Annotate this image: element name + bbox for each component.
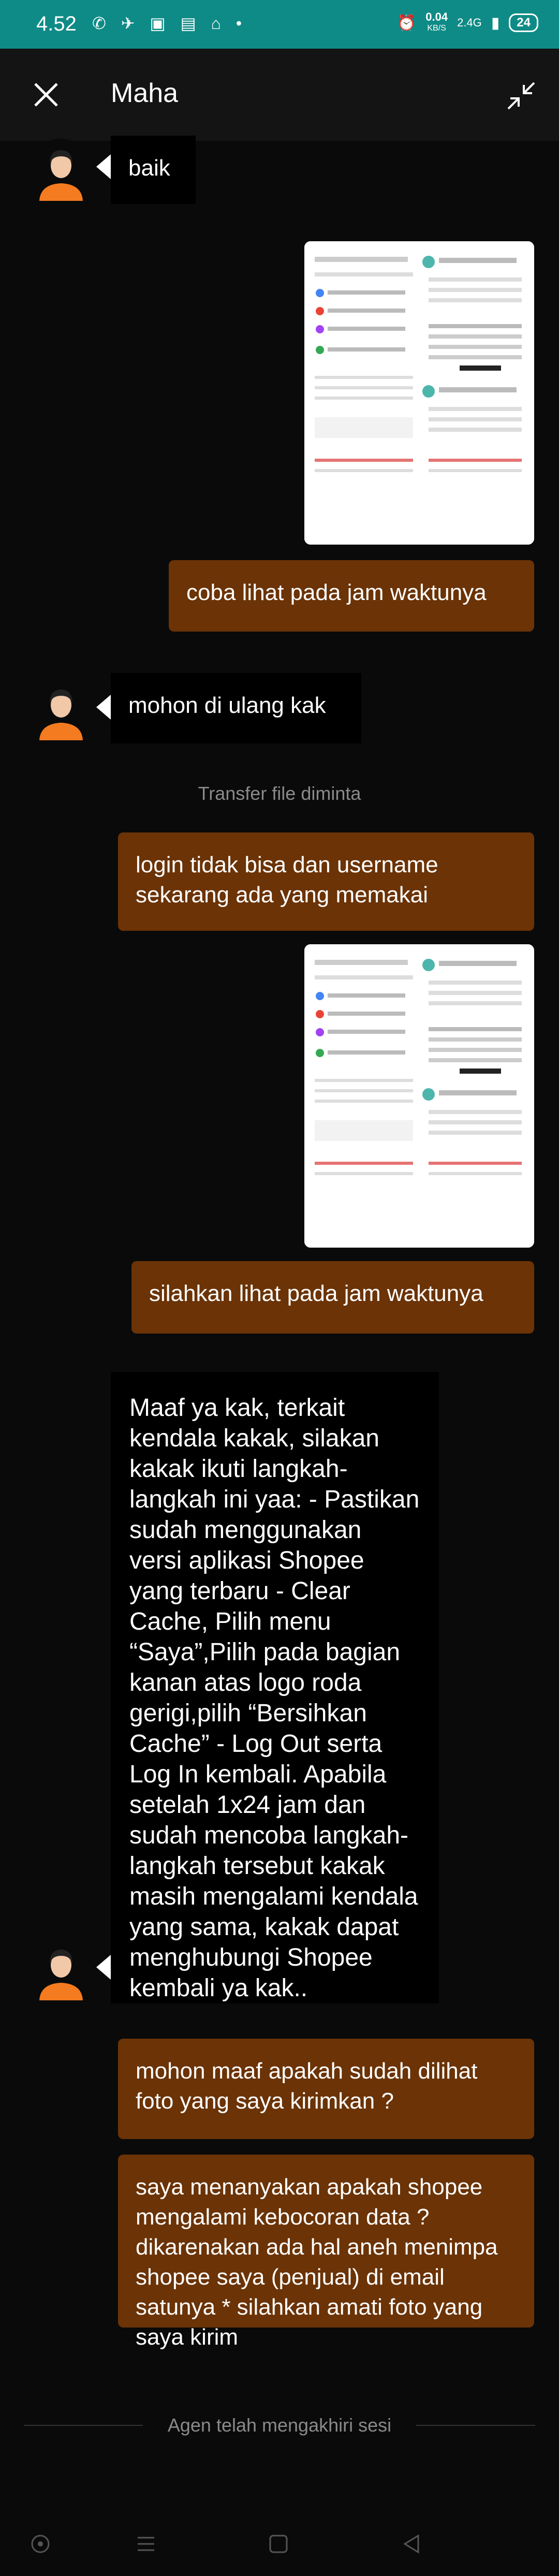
nav-circle-icon[interactable] [30, 2534, 51, 2554]
system-message: Agen telah mengakhiri sesi [167, 2414, 392, 2436]
screenshot-image[interactable] [304, 241, 534, 545]
email-screenshot-thumbnail [304, 241, 534, 545]
screenshot-image[interactable] [304, 944, 534, 1248]
agent-avatar [30, 1938, 92, 2000]
user-message: coba lihat pada jam waktunya [169, 560, 534, 632]
agent-avatar [30, 139, 92, 201]
agent-avatar [30, 678, 92, 740]
chat-title: Maha [111, 78, 179, 108]
bubble-tail [96, 154, 111, 179]
agent-message: mohon di ulang kak [111, 673, 361, 743]
signal-label: 2.4G [457, 16, 482, 29]
notification-icons: ✆ ✈ ▣ ▤ ⌂ • [92, 14, 247, 33]
status-right: ⏰ 0.04 KB/S 2.4G ▮ 24 [397, 11, 538, 34]
collapse-icon[interactable] [503, 78, 539, 114]
nav-back-icon[interactable] [402, 2534, 422, 2554]
bubble-tail [96, 695, 111, 720]
system-message: Transfer file diminta [198, 783, 361, 804]
agent-message: baik [111, 136, 196, 204]
status-time: 4.52 [36, 12, 77, 35]
alarm-icon: ⏰ [396, 14, 417, 32]
battery-indicator: 24 [509, 13, 538, 32]
net-speed: 0.04 KB/S [425, 10, 448, 33]
user-message: silahkan lihat pada jam waktunya [131, 1261, 534, 1334]
user-message: mohon maaf apakah sudah dilihat foto yan… [118, 2039, 534, 2139]
signal-icon: ▮ [491, 14, 500, 32]
email-screenshot-thumbnail [304, 944, 534, 1248]
user-message: login tidak bisa dan username sekarang a… [118, 832, 534, 931]
divider [416, 2425, 535, 2426]
close-icon[interactable] [28, 77, 64, 113]
nav-menu-icon[interactable] [136, 2535, 156, 2553]
chat-header [0, 49, 559, 141]
divider [24, 2425, 143, 2426]
user-message: saya menanyakan apakah shopee mengalami … [118, 2155, 534, 2350]
nav-home-icon[interactable] [268, 2534, 289, 2554]
agent-message: Maaf ya kak, terkait kendala kakak, sila… [111, 1372, 439, 2003]
bubble-tail [96, 1955, 111, 1980]
